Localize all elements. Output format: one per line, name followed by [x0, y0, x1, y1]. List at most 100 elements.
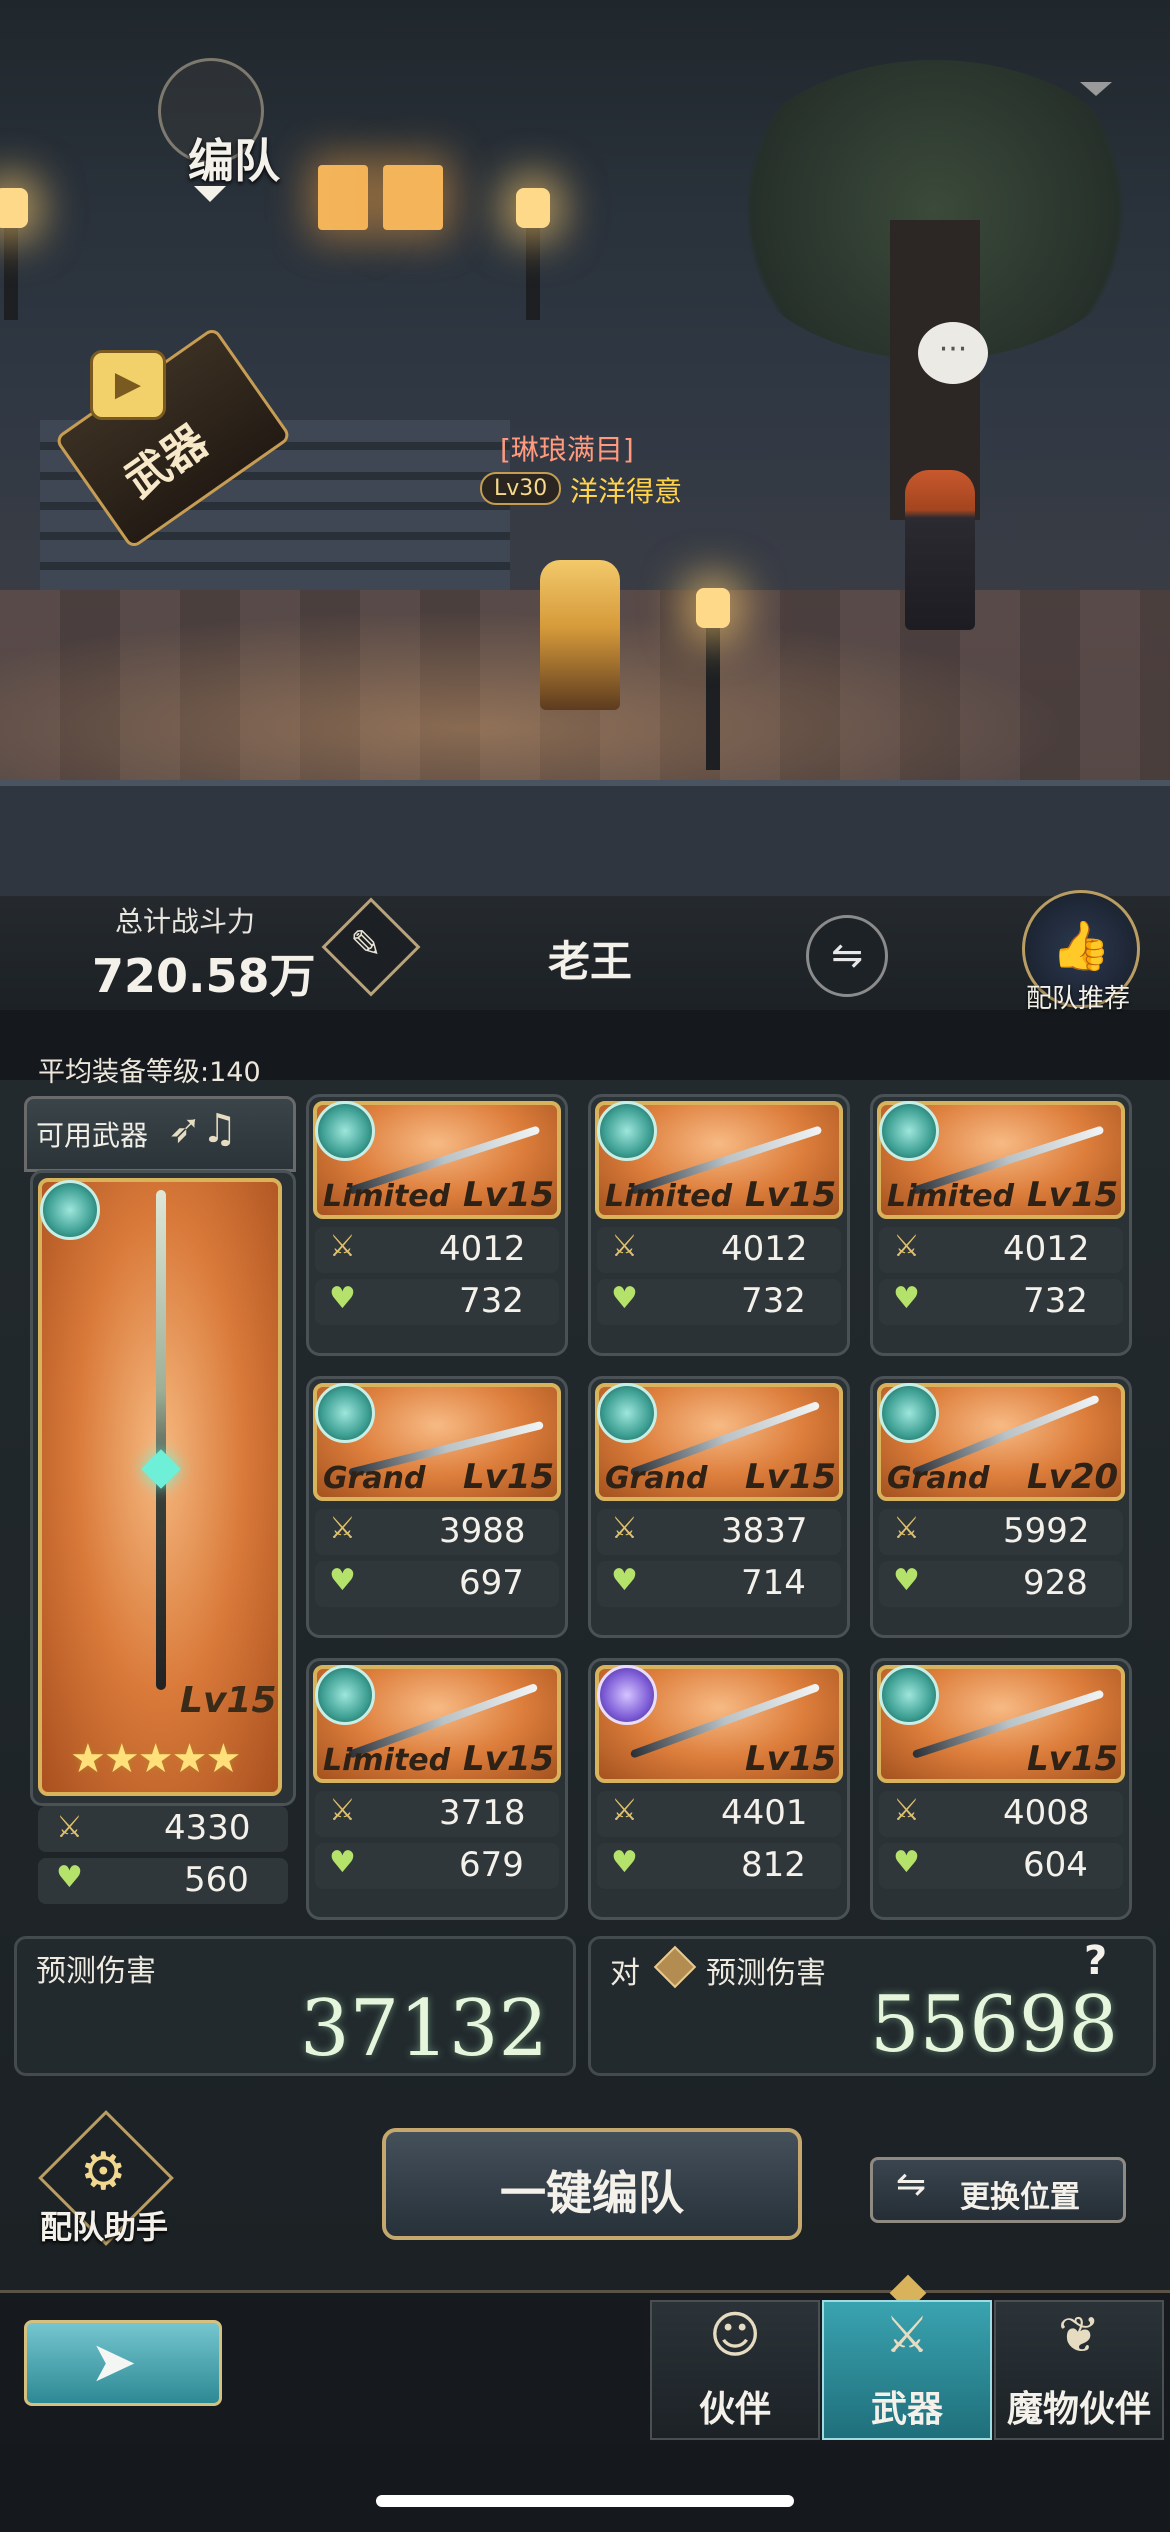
- tab-label: 武器: [870, 2389, 943, 2430]
- rarity-stars: ★★★★★: [70, 1736, 241, 1782]
- attack-value: 4012: [1003, 1229, 1090, 1269]
- weapon-card[interactable]: Grand Lv20 ⚔ 5992 ♥ 928: [870, 1376, 1132, 1638]
- page-title[interactable]: 编队: [188, 125, 280, 191]
- street-lamp-light: [516, 188, 550, 228]
- npc-character[interactable]: [905, 470, 975, 630]
- target-damage-value: 55698: [870, 1980, 1119, 2070]
- tab-label: 魔物伙伴: [1006, 2389, 1151, 2430]
- hp-icon: ♥: [611, 1281, 638, 1316]
- attack-icon: ⚔: [329, 1793, 356, 1828]
- attack-value: 5992: [1003, 1511, 1090, 1551]
- available-weapons-label: 可用武器: [36, 1119, 149, 1152]
- predicted-damage-label: 预测伤害: [36, 1954, 156, 1989]
- weapon-card[interactable]: Limited Lv15 ⚔ 4012 ♥ 732: [306, 1094, 568, 1356]
- home-indicator[interactable]: [376, 2495, 794, 2507]
- hp-value: 679: [459, 1845, 524, 1885]
- attack-value: 4012: [721, 1229, 808, 1269]
- hp-icon: ♥: [893, 1845, 920, 1880]
- weapon-level: Lv15: [463, 1739, 555, 1779]
- weapon-card[interactable]: Lv15 ⚔ 4401 ♥ 812: [588, 1658, 850, 1920]
- spear-harp-icon: ➶♫: [168, 1106, 238, 1152]
- weapon-tag: Limited: [323, 1179, 451, 1214]
- hp-value: 928: [1023, 1563, 1088, 1603]
- attack-icon: ⚔: [611, 1793, 638, 1828]
- hp-value: 560: [184, 1860, 249, 1900]
- street-lamp-light: [0, 188, 28, 228]
- hp-value: 697: [459, 1563, 524, 1603]
- weapon-tag: Limited: [323, 1743, 451, 1778]
- auto-formation-label[interactable]: 一键编队: [382, 2157, 802, 2223]
- hp-icon: ♥: [329, 1563, 356, 1598]
- attack-value: 4330: [164, 1808, 251, 1848]
- weapon-card[interactable]: Grand Lv15 ⚔ 3837 ♥ 714: [588, 1376, 850, 1638]
- swap-position-label[interactable]: 更换位置: [960, 2172, 1080, 2216]
- attack-icon: ⚔: [893, 1511, 920, 1546]
- element-emblem-icon: [315, 1101, 375, 1161]
- street-lamp-light: [696, 588, 730, 628]
- attack-value: 4008: [1003, 1793, 1090, 1833]
- hp-icon: ♥: [893, 1563, 920, 1598]
- video-icon: ▶: [90, 350, 166, 420]
- total-power-value: 720.58万: [92, 949, 316, 1003]
- lit-window: [318, 165, 368, 230]
- chat-bubble-icon[interactable]: ···: [918, 322, 988, 384]
- weapon-level: Lv15: [463, 1457, 555, 1497]
- element-emblem-icon: [597, 1383, 657, 1443]
- weapon-tag: Grand: [887, 1461, 990, 1496]
- lit-window: [383, 165, 443, 230]
- partner-icon: ☺: [708, 2306, 762, 2364]
- weapon-card[interactable]: Lv15 ⚔ 4008 ♥ 604: [870, 1658, 1132, 1920]
- attack-icon: ⚔: [893, 1229, 920, 1264]
- element-emblem-icon: [597, 1665, 657, 1725]
- element-emblem-icon: [597, 1101, 657, 1161]
- swap-icon[interactable]: ⇋: [806, 915, 888, 997]
- attack-icon: ⚔: [329, 1229, 356, 1264]
- hp-icon: ♥: [611, 1845, 638, 1880]
- predicted-damage-value: 37132: [300, 1984, 549, 2074]
- player-name: 老王: [548, 937, 633, 986]
- attack-value: 4401: [721, 1793, 808, 1833]
- monster-icon: ❦: [1058, 2306, 1100, 2364]
- hp-icon: ♥: [329, 1845, 356, 1880]
- weapon-icon: ⚔: [884, 2306, 930, 2364]
- character-title: [琳琅满目]: [500, 433, 634, 466]
- attack-value: 3988: [439, 1511, 526, 1551]
- recommend-label[interactable]: 配队推荐: [1026, 978, 1130, 1015]
- hp-value: 604: [1023, 1845, 1088, 1885]
- total-power-label: 总计战斗力: [115, 905, 256, 938]
- weapon-level: Lv15: [745, 1739, 837, 1779]
- weapon-level: Lv15: [1027, 1739, 1119, 1779]
- assistant-label[interactable]: 配队助手: [40, 2202, 168, 2248]
- stone-ledge: [0, 780, 1170, 896]
- weapon-tag: Limited: [887, 1179, 1015, 1214]
- tab-label: 伙伴: [698, 2389, 771, 2430]
- featured-weapon-level: Lv15: [180, 1680, 277, 1721]
- weapon-card[interactable]: Limited Lv15 ⚔ 4012 ♥ 732: [588, 1094, 850, 1356]
- weapon-card[interactable]: Limited Lv15 ⚔ 3718 ♥ 679: [306, 1658, 568, 1920]
- back-arrow-icon: ➤: [90, 2330, 137, 2395]
- feather-icon: ✎: [350, 922, 382, 966]
- hp-value: 732: [459, 1281, 524, 1321]
- attack-value: 3718: [439, 1793, 526, 1833]
- weapon-card[interactable]: Grand Lv15 ⚔ 3988 ♥ 697: [306, 1376, 568, 1638]
- hp-value: 732: [1023, 1281, 1088, 1321]
- street-lamp-post: [706, 620, 720, 770]
- element-emblem-icon: [315, 1665, 375, 1725]
- target-prefix: 对: [610, 1956, 640, 1991]
- hp-icon: ♥: [611, 1563, 638, 1598]
- gear-icon: ⚙: [80, 2142, 127, 2202]
- help-icon[interactable]: ?: [1084, 1938, 1107, 1984]
- character-level: Lv30: [480, 472, 562, 505]
- weapon-tag: Grand: [323, 1461, 426, 1496]
- attack-icon: ⚔: [893, 1793, 920, 1828]
- chevron-down-icon[interactable]: [1080, 82, 1112, 96]
- weapon-card[interactable]: Limited Lv15 ⚔ 4012 ♥ 732: [870, 1094, 1132, 1356]
- chevron-down-icon[interactable]: [194, 186, 226, 202]
- weapon-level: Lv15: [1027, 1175, 1119, 1215]
- attack-icon: ⚔: [611, 1229, 638, 1264]
- spear-image: [156, 1190, 166, 1690]
- hp-value: 732: [741, 1281, 806, 1321]
- hp-icon: ♥: [329, 1281, 356, 1316]
- weapon-level: Lv15: [463, 1175, 555, 1215]
- player-character[interactable]: [540, 560, 620, 710]
